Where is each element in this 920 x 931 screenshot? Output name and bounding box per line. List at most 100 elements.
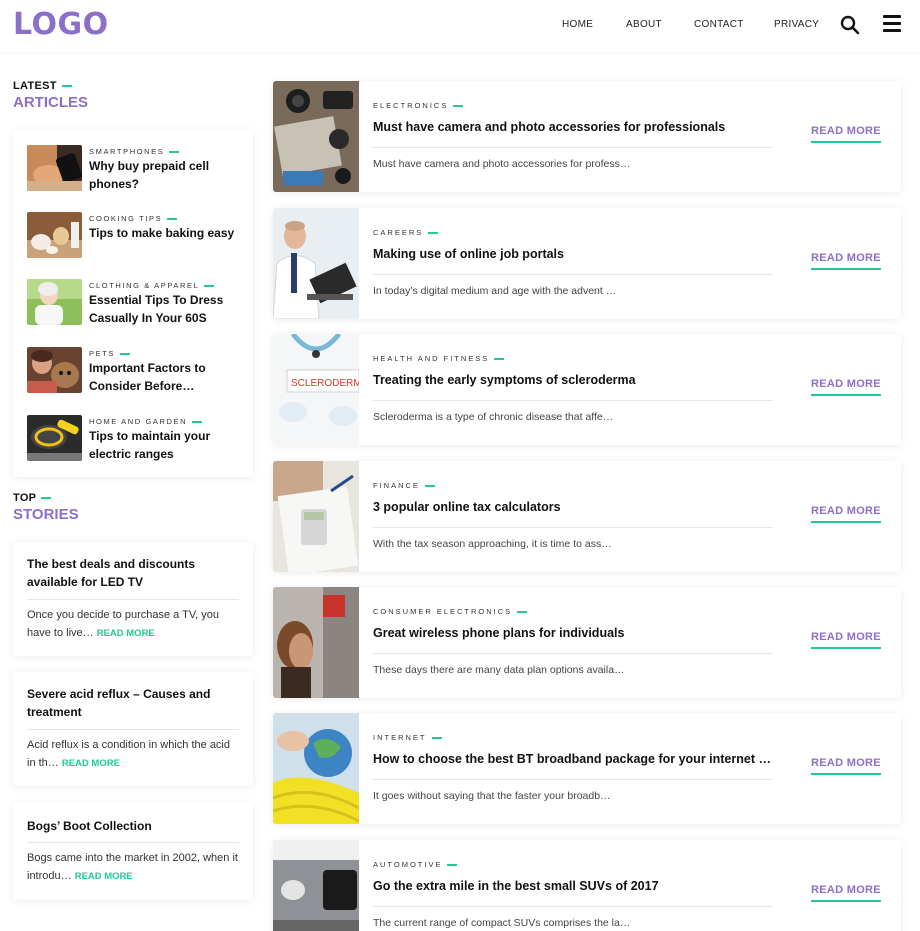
divider bbox=[373, 274, 773, 275]
latest-thumb-smartphones[interactable] bbox=[27, 145, 82, 191]
article-category: CONSUMER ELECTRONICS bbox=[373, 607, 513, 616]
accent-dash bbox=[169, 151, 180, 154]
site-header: LOGO HOME ABOUT CONTACT PRIVACY bbox=[0, 0, 920, 52]
latest-articles-heading: LATEST ARTICLES bbox=[13, 80, 88, 111]
divider bbox=[27, 842, 239, 843]
article-card[interactable]: CONSUMER ELECTRONICS Great wireless phon… bbox=[273, 587, 901, 698]
latest-title[interactable]: Tips to make baking easy bbox=[89, 225, 239, 243]
latest-label: LATEST bbox=[13, 80, 57, 92]
article-card[interactable]: FINANCE 3 popular online tax calculators… bbox=[273, 461, 901, 572]
read-more-button[interactable]: READ MORE bbox=[811, 505, 881, 523]
article-category: INTERNET bbox=[373, 733, 427, 742]
divider bbox=[373, 147, 773, 148]
latest-category: COOKING TIPS bbox=[89, 214, 163, 223]
article-title[interactable]: Great wireless phone plans for individua… bbox=[373, 626, 773, 640]
accent-dash bbox=[204, 285, 215, 288]
accent-dash bbox=[120, 353, 130, 356]
article-card[interactable]: SCLERODERMA HEALTH AND FITNESS Treating … bbox=[273, 334, 901, 445]
story-title[interactable]: Severe acid reflux – Causes and treatmen… bbox=[27, 686, 239, 721]
divider bbox=[27, 599, 239, 600]
nav-privacy[interactable]: PRIVACY bbox=[774, 19, 819, 30]
latest-articles-card: SMARTPHONES Why buy prepaid cell phones?… bbox=[13, 130, 253, 477]
latest-item[interactable]: CLOTHING & APPAREL Essential Tips To Dre… bbox=[27, 279, 242, 329]
article-card[interactable]: CAREERS Making use of online job portals… bbox=[273, 208, 901, 319]
story-title[interactable]: The best deals and discounts available f… bbox=[27, 556, 239, 591]
article-image-camera-accessories[interactable] bbox=[273, 81, 359, 192]
accent-dash bbox=[517, 610, 528, 613]
article-image-small-suv[interactable] bbox=[273, 840, 359, 931]
nav-home[interactable]: HOME bbox=[562, 19, 593, 30]
latest-title[interactable]: Important Factors to Consider Before Ado… bbox=[89, 360, 239, 395]
nav-about[interactable]: ABOUT bbox=[626, 19, 662, 30]
read-more-button[interactable]: READ MORE bbox=[811, 884, 881, 902]
story-read-more-link[interactable]: READ MORE bbox=[62, 758, 120, 769]
article-category: AUTOMOTIVE bbox=[373, 860, 443, 869]
site-logo[interactable]: LOGO bbox=[13, 7, 109, 42]
article-excerpt: In today’s digital medium and age with t… bbox=[373, 285, 617, 297]
article-image-scleroderma[interactable]: SCLERODERMA bbox=[273, 334, 359, 445]
accent-dash bbox=[192, 421, 203, 424]
read-more-button[interactable]: READ MORE bbox=[811, 631, 881, 649]
accent-dash bbox=[428, 231, 439, 234]
latest-title[interactable]: Essential Tips To Dress Casually In Your… bbox=[89, 292, 239, 327]
latest-category: SMARTPHONES bbox=[89, 147, 165, 156]
read-more-button[interactable]: READ MORE bbox=[811, 125, 881, 143]
story-read-more-link[interactable]: READ MORE bbox=[75, 871, 133, 882]
story-card[interactable]: Severe acid reflux – Causes and treatmen… bbox=[13, 672, 253, 786]
divider bbox=[27, 729, 239, 730]
latest-title[interactable]: Why buy prepaid cell phones? bbox=[89, 158, 239, 193]
divider bbox=[373, 527, 773, 528]
story-card[interactable]: The best deals and discounts available f… bbox=[13, 542, 253, 656]
divider bbox=[373, 653, 773, 654]
article-image-broadband[interactable] bbox=[273, 713, 359, 824]
article-image-job-portals[interactable] bbox=[273, 208, 359, 319]
article-image-wireless-plans[interactable] bbox=[273, 587, 359, 698]
latest-item[interactable]: HOME AND GARDEN Tips to maintain your el… bbox=[27, 415, 242, 465]
divider bbox=[373, 779, 773, 780]
scleroderma-sign-text: SCLERODERMA bbox=[291, 378, 359, 389]
hamburger-menu-icon[interactable] bbox=[883, 15, 901, 33]
article-title[interactable]: Making use of online job portals bbox=[373, 247, 773, 261]
divider bbox=[373, 400, 773, 401]
latest-title[interactable]: Tips to maintain your electric ranges bbox=[89, 428, 239, 463]
read-more-button[interactable]: READ MORE bbox=[811, 252, 881, 270]
article-image-tax-calculator[interactable] bbox=[273, 461, 359, 572]
article-card[interactable]: ELECTRONICS Must have camera and photo a… bbox=[273, 81, 901, 192]
article-title[interactable]: Treating the early symptoms of scleroder… bbox=[373, 373, 773, 387]
top-label: TOP bbox=[13, 492, 37, 504]
latest-item[interactable]: COOKING TIPS Tips to make baking easy bbox=[27, 212, 242, 262]
read-more-button[interactable]: READ MORE bbox=[811, 757, 881, 775]
article-excerpt: These days there are many data plan opti… bbox=[373, 664, 625, 676]
read-more-button[interactable]: READ MORE bbox=[811, 378, 881, 396]
search-icon[interactable] bbox=[840, 15, 860, 35]
nav-contact[interactable]: CONTACT bbox=[694, 19, 744, 30]
latest-thumb-home-garden[interactable] bbox=[27, 415, 82, 461]
accent-dash bbox=[494, 357, 505, 360]
article-category: ELECTRONICS bbox=[373, 101, 449, 110]
article-card[interactable]: AUTOMOTIVE Go the extra mile in the best… bbox=[273, 840, 901, 931]
articles-label: ARTICLES bbox=[13, 94, 88, 111]
article-title[interactable]: Go the extra mile in the best small SUVs… bbox=[373, 879, 773, 893]
article-card[interactable]: INTERNET How to choose the best BT broad… bbox=[273, 713, 901, 824]
latest-category: HOME AND GARDEN bbox=[89, 417, 188, 426]
story-card[interactable]: Bogs’ Boot Collection Bogs came into the… bbox=[13, 802, 253, 900]
divider bbox=[373, 906, 773, 907]
latest-thumb-cooking[interactable] bbox=[27, 212, 82, 258]
article-excerpt: It goes without saying that the faster y… bbox=[373, 790, 611, 802]
latest-item[interactable]: SMARTPHONES Why buy prepaid cell phones? bbox=[27, 145, 242, 195]
latest-thumb-clothing[interactable] bbox=[27, 279, 82, 325]
article-title[interactable]: 3 popular online tax calculators bbox=[373, 500, 773, 514]
stories-label: STORIES bbox=[13, 506, 79, 523]
latest-thumb-pets[interactable] bbox=[27, 347, 82, 393]
article-title[interactable]: How to choose the best BT broadband pack… bbox=[373, 752, 773, 766]
story-title[interactable]: Bogs’ Boot Collection bbox=[27, 818, 239, 836]
article-title[interactable]: Must have camera and photo accessories f… bbox=[373, 120, 773, 134]
article-category: CAREERS bbox=[373, 228, 424, 237]
article-excerpt: With the tax season approaching, it is t… bbox=[373, 538, 612, 550]
story-read-more-link[interactable]: READ MORE bbox=[97, 628, 155, 639]
article-excerpt: Must have camera and photo accessories f… bbox=[373, 158, 631, 170]
accent-dash bbox=[431, 736, 442, 739]
latest-item[interactable]: PETS Important Factors to Consider Befor… bbox=[27, 347, 242, 397]
latest-category: CLOTHING & APPAREL bbox=[89, 281, 200, 290]
accent-dash bbox=[61, 85, 72, 87]
